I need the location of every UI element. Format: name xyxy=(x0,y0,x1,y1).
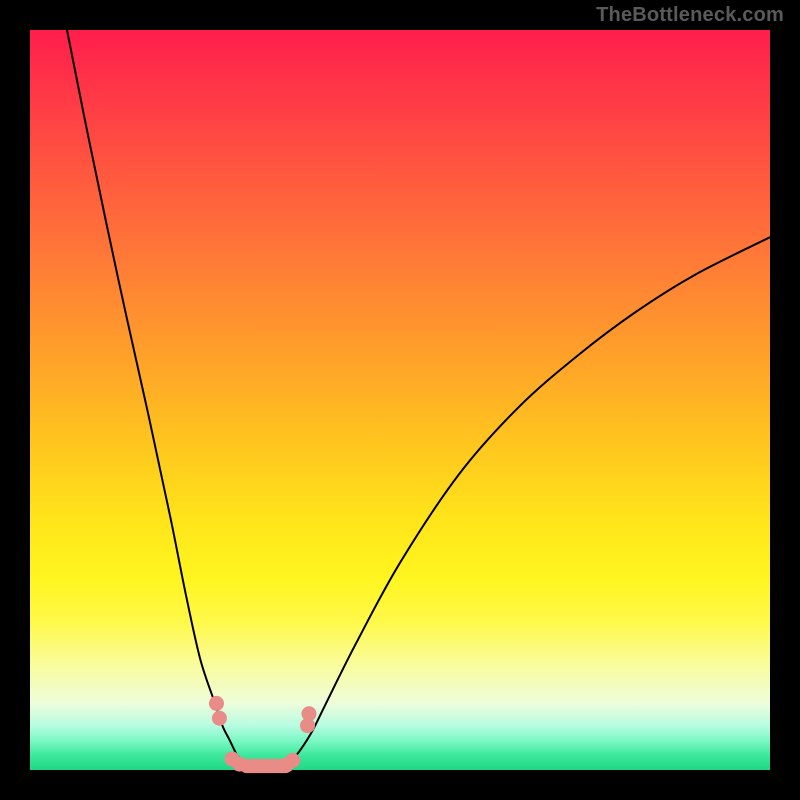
trough-marker-bar xyxy=(239,759,292,773)
curve-left-branch xyxy=(67,30,259,770)
trough-marker-dot xyxy=(212,711,227,726)
trough-marker-dot xyxy=(301,706,316,721)
watermark-text: TheBottleneck.com xyxy=(596,4,784,27)
curve-right-branch xyxy=(282,237,770,770)
chart-svg xyxy=(30,30,770,770)
trough-markers xyxy=(209,696,317,773)
plot-area xyxy=(30,30,770,770)
chart-stage: TheBottleneck.com xyxy=(0,0,800,800)
trough-marker-dot xyxy=(209,696,224,711)
